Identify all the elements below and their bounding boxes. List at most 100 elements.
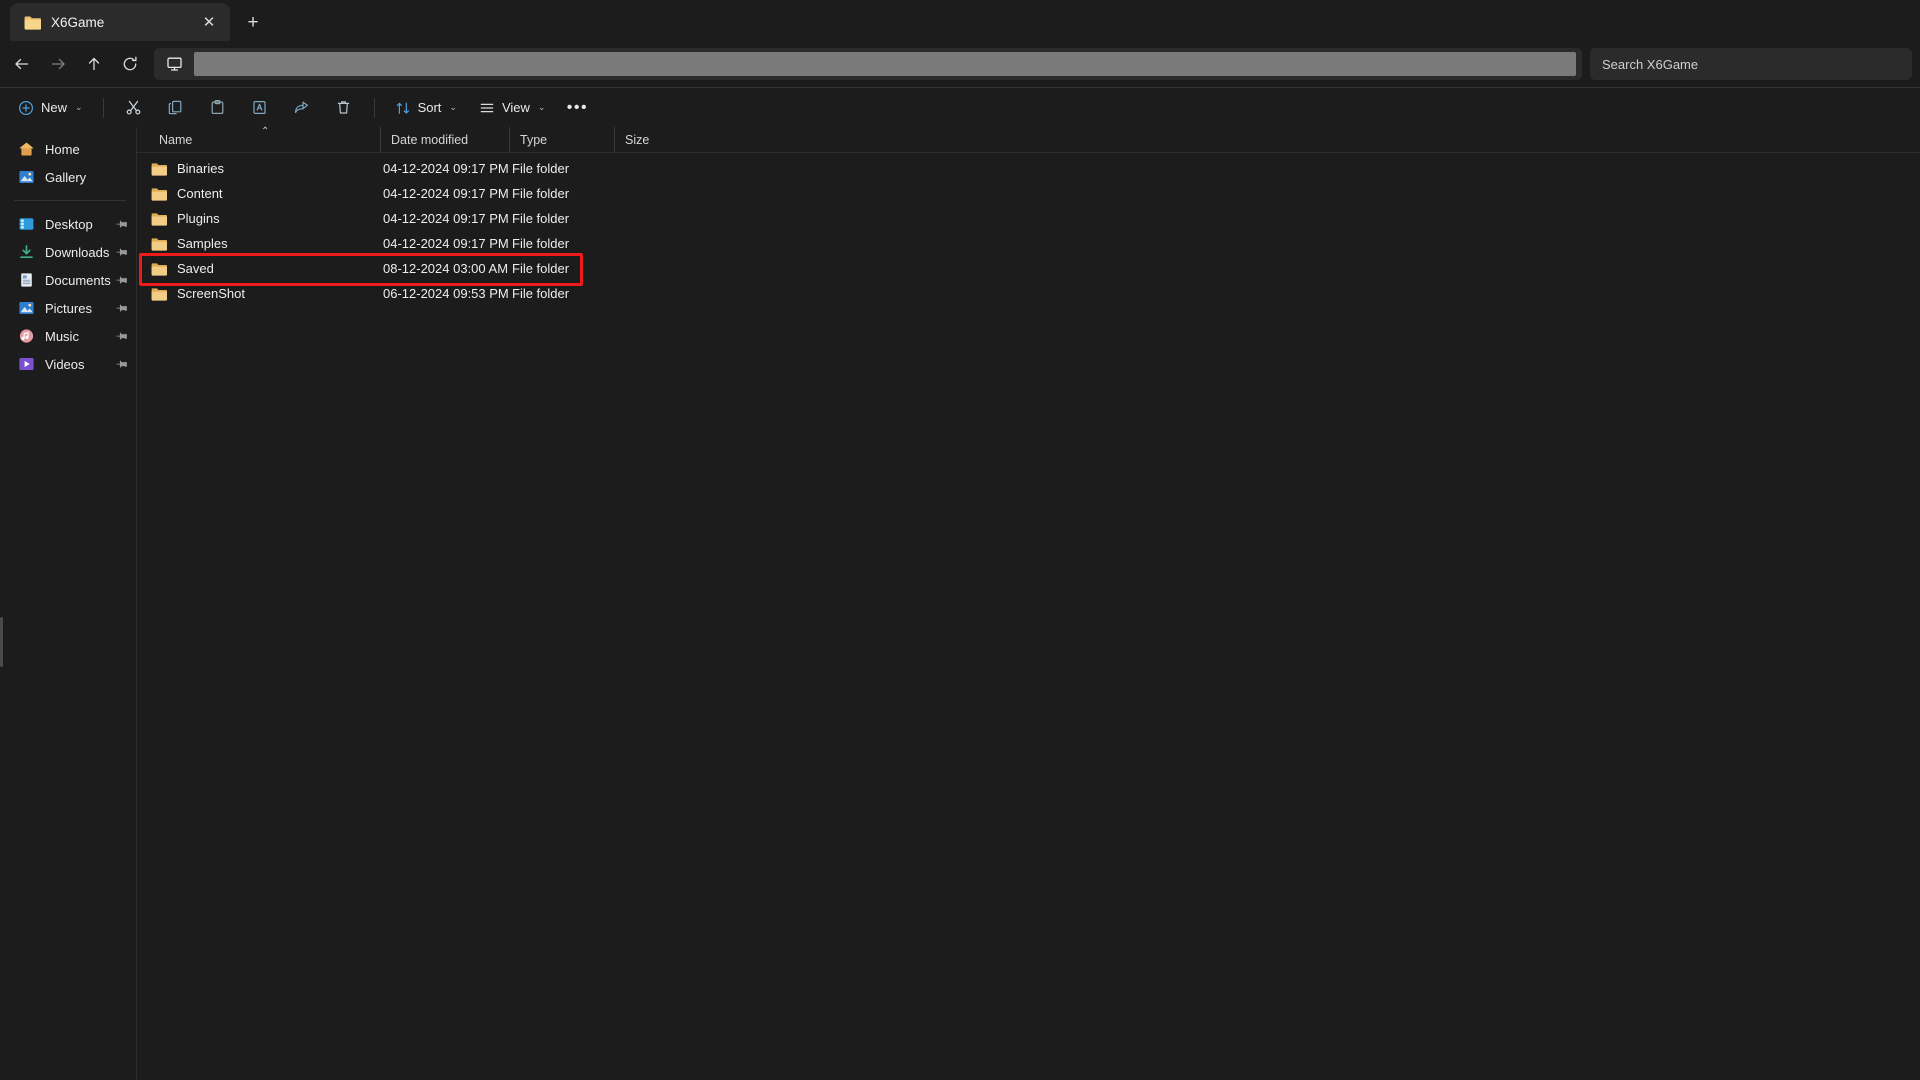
- pin-icon[interactable]: [115, 272, 131, 288]
- search-input[interactable]: Search X6Game: [1602, 57, 1698, 72]
- share-icon: [293, 99, 310, 116]
- view-button-label: View: [502, 100, 530, 115]
- cut-button[interactable]: [114, 92, 154, 124]
- table-row[interactable]: Samples 04-12-2024 09:17 PM File folder: [137, 231, 1920, 256]
- table-row[interactable]: Saved 08-12-2024 03:00 AM File folder: [137, 256, 1920, 281]
- arrow-left-icon: [13, 55, 31, 73]
- view-button[interactable]: View ⌄: [469, 92, 556, 124]
- file-type-cell: File folder: [509, 186, 614, 201]
- sidebar-item-label: Gallery: [45, 170, 86, 185]
- pin-icon[interactable]: [115, 356, 131, 372]
- sidebar-item-music[interactable]: Music: [0, 322, 136, 350]
- sidebar-item-videos[interactable]: Videos: [0, 350, 136, 378]
- address-bar[interactable]: [154, 48, 1582, 80]
- pin-icon[interactable]: [115, 328, 131, 344]
- folder-icon: [151, 237, 167, 251]
- copy-button[interactable]: [156, 92, 196, 124]
- sidebar-item-home[interactable]: Home: [0, 135, 136, 163]
- file-type-cell: File folder: [509, 236, 614, 251]
- file-name-cell: Plugins: [137, 211, 380, 226]
- new-tab-button[interactable]: +: [236, 5, 270, 39]
- file-date-cell: 04-12-2024 09:17 PM: [380, 161, 509, 176]
- table-row[interactable]: ScreenShot 06-12-2024 09:53 PM File fold…: [137, 281, 1920, 306]
- file-type-cell: File folder: [509, 161, 614, 176]
- sidebar-item-documents[interactable]: Documents: [0, 266, 136, 294]
- view-list-icon: [479, 100, 495, 116]
- gallery-icon: [18, 169, 35, 185]
- file-type-cell: File folder: [509, 286, 614, 301]
- chevron-down-icon-sort: ⌄: [449, 102, 457, 113]
- folder-icon: [151, 187, 167, 201]
- toolbar-divider-2: [374, 98, 375, 118]
- file-date-cell: 04-12-2024 09:17 PM: [380, 236, 509, 251]
- column-header-name[interactable]: Name ⌃: [137, 127, 380, 152]
- sidebar-item-pictures[interactable]: Pictures: [0, 294, 136, 322]
- navigation-bar: Search X6Game: [0, 41, 1920, 87]
- file-type-cell: File folder: [509, 211, 614, 226]
- back-button[interactable]: [4, 48, 40, 80]
- paste-button[interactable]: [198, 92, 238, 124]
- this-pc-icon: [154, 48, 194, 80]
- desktop-icon: [18, 216, 35, 232]
- column-header-size[interactable]: Size: [614, 127, 685, 152]
- pin-icon[interactable]: [115, 300, 131, 316]
- column-header-type[interactable]: Type: [509, 127, 614, 152]
- file-name: ScreenShot: [177, 286, 245, 301]
- folder-icon: [24, 15, 41, 30]
- arrow-right-icon: [49, 55, 67, 73]
- address-path-redacted[interactable]: [194, 52, 1576, 76]
- sidebar-item-label: Videos: [45, 357, 85, 372]
- home-icon: [18, 141, 35, 157]
- column-header-size-label: Size: [625, 133, 649, 147]
- file-name: Plugins: [177, 211, 220, 226]
- column-header-name-label: Name: [159, 133, 192, 147]
- sidebar-item-desktop[interactable]: Desktop: [0, 210, 136, 238]
- file-name-cell: ScreenShot: [137, 286, 380, 301]
- refresh-button[interactable]: [112, 48, 148, 80]
- delete-button[interactable]: [324, 92, 364, 124]
- navigation-sidebar: Home Gallery Deskto: [0, 127, 137, 1080]
- forward-button[interactable]: [40, 48, 76, 80]
- tab-title: X6Game: [51, 15, 186, 30]
- chevron-down-icon: ⌄: [75, 102, 83, 113]
- documents-icon: [18, 272, 35, 288]
- sort-button[interactable]: Sort ⌄: [385, 92, 467, 124]
- folder-icon: [151, 162, 167, 176]
- rename-button[interactable]: [240, 92, 280, 124]
- videos-icon: [18, 356, 35, 372]
- tab-x6game[interactable]: X6Game ✕: [10, 3, 230, 41]
- close-icon[interactable]: ✕: [196, 9, 222, 35]
- folder-icon: [151, 287, 167, 301]
- ellipsis-icon: •••: [567, 100, 588, 116]
- sidebar-item-downloads[interactable]: Downloads: [0, 238, 136, 266]
- share-button[interactable]: [282, 92, 322, 124]
- sidebar-item-label: Desktop: [45, 217, 93, 232]
- pin-icon[interactable]: [115, 244, 131, 260]
- sidebar-scrollbar[interactable]: [0, 617, 3, 667]
- more-options-button[interactable]: •••: [557, 92, 597, 124]
- file-name: Saved: [177, 261, 214, 276]
- pictures-icon: [18, 300, 35, 316]
- table-row[interactable]: Content 04-12-2024 09:17 PM File folder: [137, 181, 1920, 206]
- pin-icon[interactable]: [115, 216, 131, 232]
- new-button[interactable]: New ⌄: [8, 92, 93, 124]
- table-row[interactable]: Plugins 04-12-2024 09:17 PM File folder: [137, 206, 1920, 231]
- downloads-icon: [18, 244, 35, 260]
- sort-icon: [395, 100, 411, 116]
- column-header-date-label: Date modified: [391, 133, 468, 147]
- up-button[interactable]: [76, 48, 112, 80]
- file-date-cell: 08-12-2024 03:00 AM: [380, 261, 509, 276]
- search-box[interactable]: Search X6Game: [1590, 48, 1912, 80]
- table-row[interactable]: Binaries 04-12-2024 09:17 PM File folder: [137, 156, 1920, 181]
- file-date-cell: 06-12-2024 09:53 PM: [380, 286, 509, 301]
- column-header-date-modified[interactable]: Date modified: [380, 127, 509, 152]
- file-name-cell: Samples: [137, 236, 380, 251]
- file-name-cell: Binaries: [137, 161, 380, 176]
- arrow-up-icon: [85, 55, 103, 73]
- trash-icon: [335, 99, 352, 116]
- plus-circle-icon: [18, 100, 34, 116]
- content-area: Home Gallery Deskto: [0, 127, 1920, 1080]
- folder-icon: [151, 262, 167, 276]
- refresh-icon: [121, 55, 139, 73]
- sidebar-item-gallery[interactable]: Gallery: [0, 163, 136, 191]
